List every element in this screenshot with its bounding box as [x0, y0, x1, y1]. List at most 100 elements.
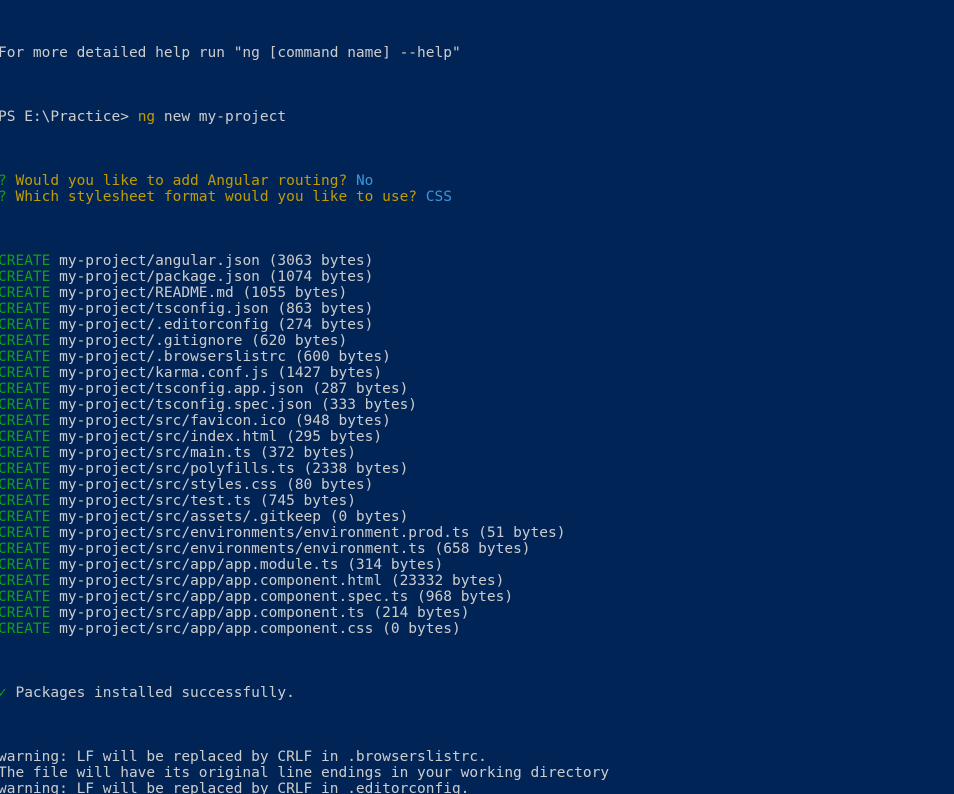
- terminal-line-create: CREATE my-project/karma.conf.js (1427 by…: [0, 365, 954, 381]
- terminal-line-create: CREATE my-project/src/app/app.component.…: [0, 605, 954, 621]
- create-label: CREATE: [0, 525, 51, 541]
- create-label: CREATE: [0, 589, 51, 605]
- terminal-line-create: CREATE my-project/src/styles.css (80 byt…: [0, 477, 954, 493]
- create-file-info: my-project/tsconfig.app.json (287 bytes): [50, 381, 409, 397]
- create-label: CREATE: [0, 557, 51, 573]
- create-label: CREATE: [0, 509, 51, 525]
- interactive-prompt-rows: ? Would you like to add Angular routing?…: [0, 173, 954, 205]
- create-file-info: my-project/src/app/app.component.css (0 …: [50, 621, 461, 637]
- terminal-line-create: CREATE my-project/src/environments/envir…: [0, 525, 954, 541]
- create-label: CREATE: [0, 493, 51, 509]
- terminal-line-create: CREATE my-project/src/favicon.ico (948 b…: [0, 413, 954, 429]
- create-label: CREATE: [0, 269, 51, 285]
- terminal-line-create: CREATE my-project/src/assets/.gitkeep (0…: [0, 509, 954, 525]
- terminal-screen: For more detailed help run "ng [command …: [0, 0, 954, 794]
- terminal-line-warning: warning: LF will be replaced by CRLF in …: [0, 749, 954, 765]
- terminal-line-create: CREATE my-project/README.md (1055 bytes): [0, 285, 954, 301]
- create-label: CREATE: [0, 381, 51, 397]
- create-label: CREATE: [0, 349, 51, 365]
- warning-text: warning: LF will be replaced by CRLF in …: [0, 749, 487, 765]
- terminal-line-create: CREATE my-project/.gitignore (620 bytes): [0, 333, 954, 349]
- question-answer: CSS: [425, 189, 452, 205]
- create-file-info: my-project/src/polyfills.ts (2338 bytes): [50, 461, 409, 477]
- create-file-info: my-project/src/assets/.gitkeep (0 bytes): [50, 509, 409, 525]
- prompt-text: PS E:\Practice>: [0, 109, 129, 125]
- create-file-info: my-project/.browserslistrc (600 bytes): [50, 349, 391, 365]
- create-label: CREATE: [0, 317, 51, 333]
- create-file-info: my-project/src/environments/environment.…: [50, 541, 531, 557]
- create-label: CREATE: [0, 477, 51, 493]
- terminal-line-question: ? Would you like to add Angular routing?…: [0, 173, 954, 189]
- create-label: CREATE: [0, 573, 51, 589]
- terminal-line-question: ? Which stylesheet format would you like…: [0, 189, 954, 205]
- create-label: CREATE: [0, 541, 51, 557]
- create-file-info: my-project/src/favicon.ico (948 bytes): [50, 413, 391, 429]
- terminal-line-create: CREATE my-project/tsconfig.spec.json (33…: [0, 397, 954, 413]
- create-label: CREATE: [0, 253, 51, 269]
- terminal-line-create: CREATE my-project/src/test.ts (745 bytes…: [0, 493, 954, 509]
- terminal-line-create: CREATE my-project/src/environments/envir…: [0, 541, 954, 557]
- create-file-info: my-project/src/test.ts (745 bytes): [50, 493, 356, 509]
- terminal-line-create: CREATE my-project/tsconfig.app.json (287…: [0, 381, 954, 397]
- question-marker-icon: ?: [0, 173, 7, 189]
- create-file-info: my-project/.gitignore (620 bytes): [50, 333, 348, 349]
- create-label: CREATE: [0, 365, 51, 381]
- create-label: CREATE: [0, 397, 51, 413]
- terminal-line-help-hint: For more detailed help run "ng [command …: [0, 45, 954, 61]
- terminal-line-create: CREATE my-project/src/app/app.component.…: [0, 589, 954, 605]
- prompt-command-args: new my-project: [155, 109, 287, 125]
- warning-text: warning: LF will be replaced by CRLF in …: [0, 781, 470, 794]
- terminal-line-create: CREATE my-project/src/main.ts (372 bytes…: [0, 445, 954, 461]
- create-file-info: my-project/src/main.ts (372 bytes): [50, 445, 356, 461]
- terminal-line-create: CREATE my-project/tsconfig.json (863 byt…: [0, 301, 954, 317]
- warning-rows: warning: LF will be replaced by CRLF in …: [0, 749, 954, 794]
- help-hint-text: For more detailed help run "ng [command …: [0, 45, 461, 61]
- create-file-info: my-project/karma.conf.js (1427 bytes): [50, 365, 383, 381]
- question-text: Would you like to add Angular routing?: [6, 173, 356, 189]
- create-file-info: my-project/src/styles.css (80 bytes): [50, 477, 374, 493]
- create-label: CREATE: [0, 605, 51, 621]
- terminal-line-warning: warning: LF will be replaced by CRLF in …: [0, 781, 954, 794]
- question-answer: No: [355, 173, 374, 189]
- create-label: CREATE: [0, 461, 51, 477]
- check-icon: ✓: [0, 685, 7, 701]
- create-file-rows: CREATE my-project/angular.json (3063 byt…: [0, 253, 954, 637]
- create-label: CREATE: [0, 413, 51, 429]
- create-file-info: my-project/src/app/app.component.ts (214…: [50, 605, 470, 621]
- create-file-info: my-project/angular.json (3063 bytes): [50, 253, 374, 269]
- create-file-info: my-project/src/environments/environment.…: [50, 525, 566, 541]
- terminal-line-create: CREATE my-project/angular.json (3063 byt…: [0, 253, 954, 269]
- create-file-info: my-project/src/app/app.module.ts (314 by…: [50, 557, 444, 573]
- terminal-line-create: CREATE my-project/src/polyfills.ts (2338…: [0, 461, 954, 477]
- warning-followup-text: The file will have its original line end…: [0, 765, 610, 781]
- create-label: CREATE: [0, 445, 51, 461]
- prompt-command-name: ng: [137, 109, 156, 125]
- create-file-info: my-project/README.md (1055 bytes): [50, 285, 348, 301]
- create-file-info: my-project/src/index.html (295 bytes): [50, 429, 383, 445]
- terminal-line-create: CREATE my-project/src/app/app.module.ts …: [0, 557, 954, 573]
- terminal-line-warning-followup: The file will have its original line end…: [0, 765, 954, 781]
- terminal-line-create: CREATE my-project/src/app/app.component.…: [0, 621, 954, 637]
- create-label: CREATE: [0, 285, 51, 301]
- question-text: Which stylesheet format would you like t…: [6, 189, 426, 205]
- terminal-line-create: CREATE my-project/.editorconfig (274 byt…: [0, 317, 954, 333]
- terminal-line-prompt: PS E:\Practice> ng new my-project: [0, 109, 954, 125]
- question-marker-icon: ?: [0, 189, 7, 205]
- create-label: CREATE: [0, 429, 51, 445]
- create-file-info: my-project/.editorconfig (274 bytes): [50, 317, 374, 333]
- create-file-info: my-project/tsconfig.spec.json (333 bytes…: [50, 397, 418, 413]
- create-label: CREATE: [0, 333, 51, 349]
- create-label: CREATE: [0, 621, 51, 637]
- powershell-terminal[interactable]: For more detailed help run "ng [command …: [0, 0, 954, 794]
- create-file-info: my-project/src/app/app.component.spec.ts…: [50, 589, 514, 605]
- terminal-line-create: CREATE my-project/package.json (1074 byt…: [0, 269, 954, 285]
- terminal-line-create: CREATE my-project/src/index.html (295 by…: [0, 429, 954, 445]
- terminal-line-success: ✓ Packages installed successfully.: [0, 685, 954, 701]
- success-text: Packages installed successfully.: [6, 685, 295, 701]
- create-file-info: my-project/tsconfig.json (863 bytes): [50, 301, 374, 317]
- create-file-info: my-project/src/app/app.component.html (2…: [50, 573, 505, 589]
- terminal-line-create: CREATE my-project/.browserslistrc (600 b…: [0, 349, 954, 365]
- create-label: CREATE: [0, 301, 51, 317]
- terminal-line-create: CREATE my-project/src/app/app.component.…: [0, 573, 954, 589]
